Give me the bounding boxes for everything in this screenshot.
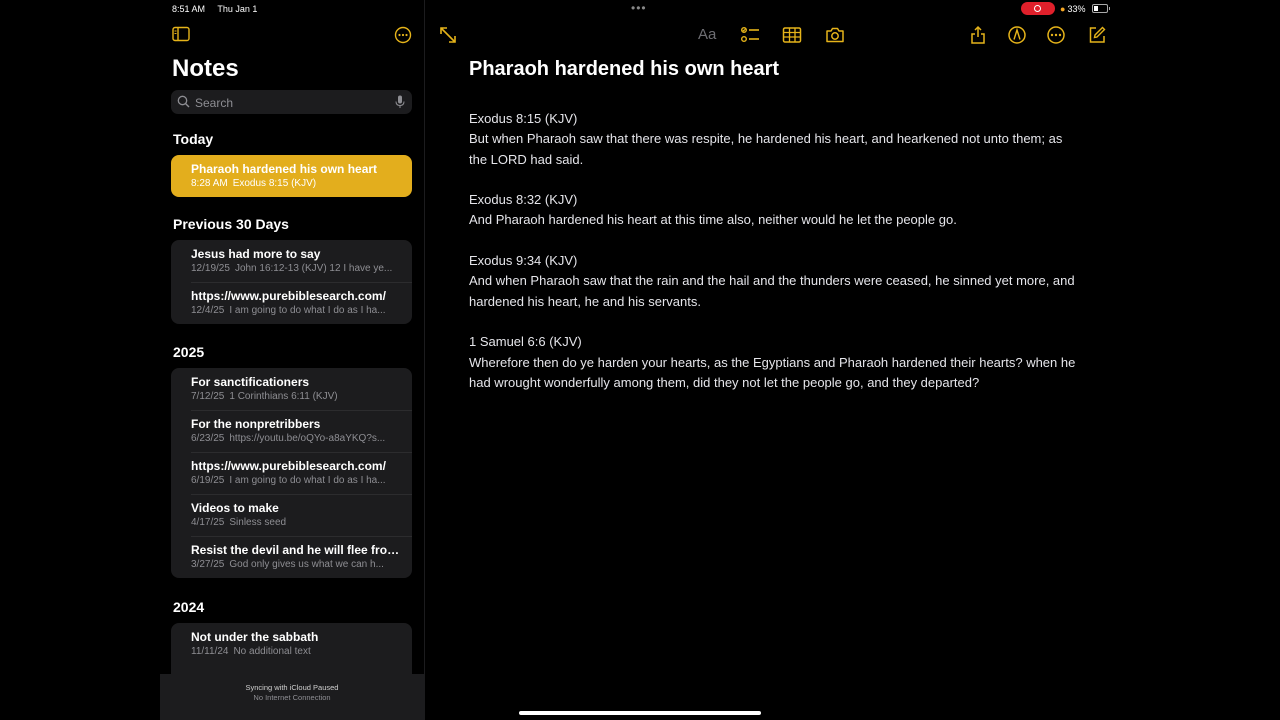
list-item[interactable]: Resist the devil and he will flee from..…	[171, 536, 412, 578]
note-title: Pharaoh hardened his own heart	[191, 162, 378, 176]
checklist-icon[interactable]	[740, 25, 760, 45]
note-group-today: Pharaoh hardened his own heart 8:28 AM Ex…	[171, 155, 412, 197]
note-date: 11/11/24	[191, 646, 229, 657]
note-date: 12/4/25	[191, 305, 225, 316]
note-meta: 6/19/25 I am going to do what I do as I h…	[191, 475, 404, 486]
note-group-previous-30-days: Jesus had more to say 12/19/25 John 16:12…	[171, 240, 412, 324]
note-date: 6/19/25	[191, 475, 225, 486]
note-title: Videos to make	[191, 501, 279, 515]
list-item[interactable]: Not under the sabbath 11/11/24 No additio…	[171, 623, 412, 665]
camera-icon[interactable]	[825, 25, 845, 45]
note-preview: John 16:12-13 (KJV) 12 I have ye...	[234, 263, 393, 274]
sidebar-toggle-icon[interactable]	[172, 26, 190, 42]
verse-text: But when Pharaoh saw that there was resp…	[469, 131, 1063, 167]
note-preview: 1 Corinthians 6:11 (KJV)	[229, 391, 338, 402]
home-indicator[interactable]	[519, 711, 761, 715]
note-preview: No additional text	[233, 646, 311, 657]
sync-status-banner: Syncing with iCloud Paused No Internet C…	[160, 674, 424, 720]
screen-recording-indicator	[1021, 2, 1055, 15]
status-time: 8:51 AM Thu Jan 1	[172, 4, 267, 14]
note-title: Jesus had more to say	[191, 247, 321, 261]
verse-text: Wherefore then do ye harden your hearts,…	[469, 354, 1076, 390]
more-icon[interactable]	[1046, 25, 1066, 45]
notes-sidebar: 8:51 AM Thu Jan 1 Notes Search Today Pha…	[160, 0, 425, 720]
battery-status: ● 33%	[1060, 4, 1086, 14]
note-date: 6/23/25	[191, 433, 225, 444]
note-date: 4/17/25	[191, 517, 225, 528]
section-header-2025: 2025	[173, 344, 205, 360]
battery-icon	[1092, 4, 1110, 13]
list-item[interactable]: https://www.purebiblesearch.com/ 12/4/25…	[171, 282, 412, 324]
note-meta: 11/11/24 No additional text	[191, 646, 404, 657]
note-preview: God only gives us what we can h...	[229, 559, 384, 570]
note-title: https://www.purebiblesearch.com/	[191, 289, 386, 303]
note-meta: 12/4/25 I am going to do what I do as I h…	[191, 305, 404, 316]
list-item[interactable]: https://www.purebiblesearch.com/ 6/19/25…	[171, 452, 412, 494]
note-date: 7/12/25	[191, 391, 225, 402]
multitasking-dots-icon[interactable]: •••	[631, 1, 647, 15]
note-group-2025: For sanctificationers 7/12/25 1 Corinthia…	[171, 368, 412, 578]
note-date: 8:28 AM	[191, 178, 228, 189]
note-body[interactable]: Exodus 8:15 (KJV) But when Pharaoh saw t…	[469, 109, 1079, 413]
note-meta: 12/19/25 John 16:12-13 (KJV) 12 I have ye…	[191, 263, 404, 274]
note-title: For sanctificationers	[191, 375, 310, 389]
verse-text: And Pharaoh hardened his heart at this t…	[469, 212, 957, 228]
note-meta: 6/23/25 https://youtu.be/oQYo-a8aYKQ?s...	[191, 433, 404, 444]
section-header-today: Today	[173, 131, 214, 147]
verse-reference: 1 Samuel 6:6 (KJV)	[469, 334, 582, 350]
list-item[interactable]: For the nonpretribbers 6/23/25 https://yo…	[171, 410, 412, 452]
ipad-screen: 8:51 AM Thu Jan 1 Notes Search Today Pha…	[160, 0, 1120, 720]
list-item[interactable]: Pharaoh hardened his own heart 8:28 AM Ex…	[171, 155, 412, 197]
table-icon[interactable]	[782, 25, 802, 45]
expand-icon[interactable]	[438, 25, 458, 45]
note-preview: https://youtu.be/oQYo-a8aYKQ?s...	[229, 433, 386, 444]
note-title: Not under the sabbath	[191, 630, 319, 644]
search-icon	[177, 95, 190, 108]
microphone-icon[interactable]	[395, 95, 405, 109]
list-item[interactable]: Jesus had more to say 12/19/25 John 16:12…	[171, 240, 412, 282]
note-preview: I am going to do what I do as I ha...	[229, 475, 386, 486]
status-date: Thu Jan 1	[217, 4, 258, 14]
section-header-2024: 2024	[173, 599, 205, 615]
verse-block: Exodus 9:34 (KJV) And when Pharaoh saw t…	[469, 251, 1079, 312]
share-icon[interactable]	[968, 25, 988, 45]
note-date: 3/27/25	[191, 559, 225, 570]
note-preview: Exodus 8:15 (KJV)	[232, 178, 317, 189]
note-preview: Sinless seed	[229, 517, 287, 528]
list-item[interactable]: For sanctificationers 7/12/25 1 Corinthia…	[171, 368, 412, 410]
note-title: Resist the devil and he will flee from..…	[191, 543, 404, 557]
verse-block: 1 Samuel 6:6 (KJV) Wherefore then do ye …	[469, 332, 1079, 393]
format-button[interactable]: Aa	[698, 26, 716, 43]
note-preview: I am going to do what I do as I ha...	[229, 305, 386, 316]
status-clock: 8:51 AM	[172, 4, 206, 14]
sync-status-detail: No Internet Connection	[253, 693, 331, 702]
sidebar-more-icon[interactable]	[394, 26, 412, 44]
section-header-previous-30-days: Previous 30 Days	[173, 216, 289, 232]
note-title: For the nonpretribbers	[191, 417, 321, 431]
note-meta: 3/27/25 God only gives us what we can h..…	[191, 559, 404, 570]
note-heading[interactable]: Pharaoh hardened his own heart	[469, 58, 779, 81]
search-input[interactable]	[193, 93, 387, 113]
sync-status-text: Syncing with iCloud Paused	[245, 683, 339, 692]
verse-block: Exodus 8:32 (KJV) And Pharaoh hardened h…	[469, 190, 1079, 231]
compose-icon[interactable]	[1087, 25, 1107, 45]
battery-percent: 33%	[1067, 4, 1086, 14]
note-date: 12/19/25	[191, 263, 230, 274]
verse-reference: Exodus 8:15 (KJV)	[469, 111, 578, 126]
verse-text: And when Pharaoh saw that the rain and t…	[469, 273, 1075, 309]
list-item[interactable]: Videos to make 4/17/25 Sinless seed	[171, 494, 412, 536]
page-title: Notes	[172, 55, 239, 82]
markup-icon[interactable]	[1007, 25, 1027, 45]
note-meta: 4/17/25 Sinless seed	[191, 517, 404, 528]
note-meta: 7/12/25 1 Corinthians 6:11 (KJV)	[191, 391, 404, 402]
verse-reference: Exodus 9:34 (KJV)	[469, 253, 578, 269]
verse-reference: Exodus 8:32 (KJV)	[469, 192, 578, 208]
note-meta: 8:28 AM Exodus 8:15 (KJV)	[191, 178, 404, 189]
verse-block: Exodus 8:15 (KJV) But when Pharaoh saw t…	[469, 109, 1079, 170]
search-bar[interactable]	[171, 90, 412, 114]
note-title: https://www.purebiblesearch.com/	[191, 459, 386, 473]
